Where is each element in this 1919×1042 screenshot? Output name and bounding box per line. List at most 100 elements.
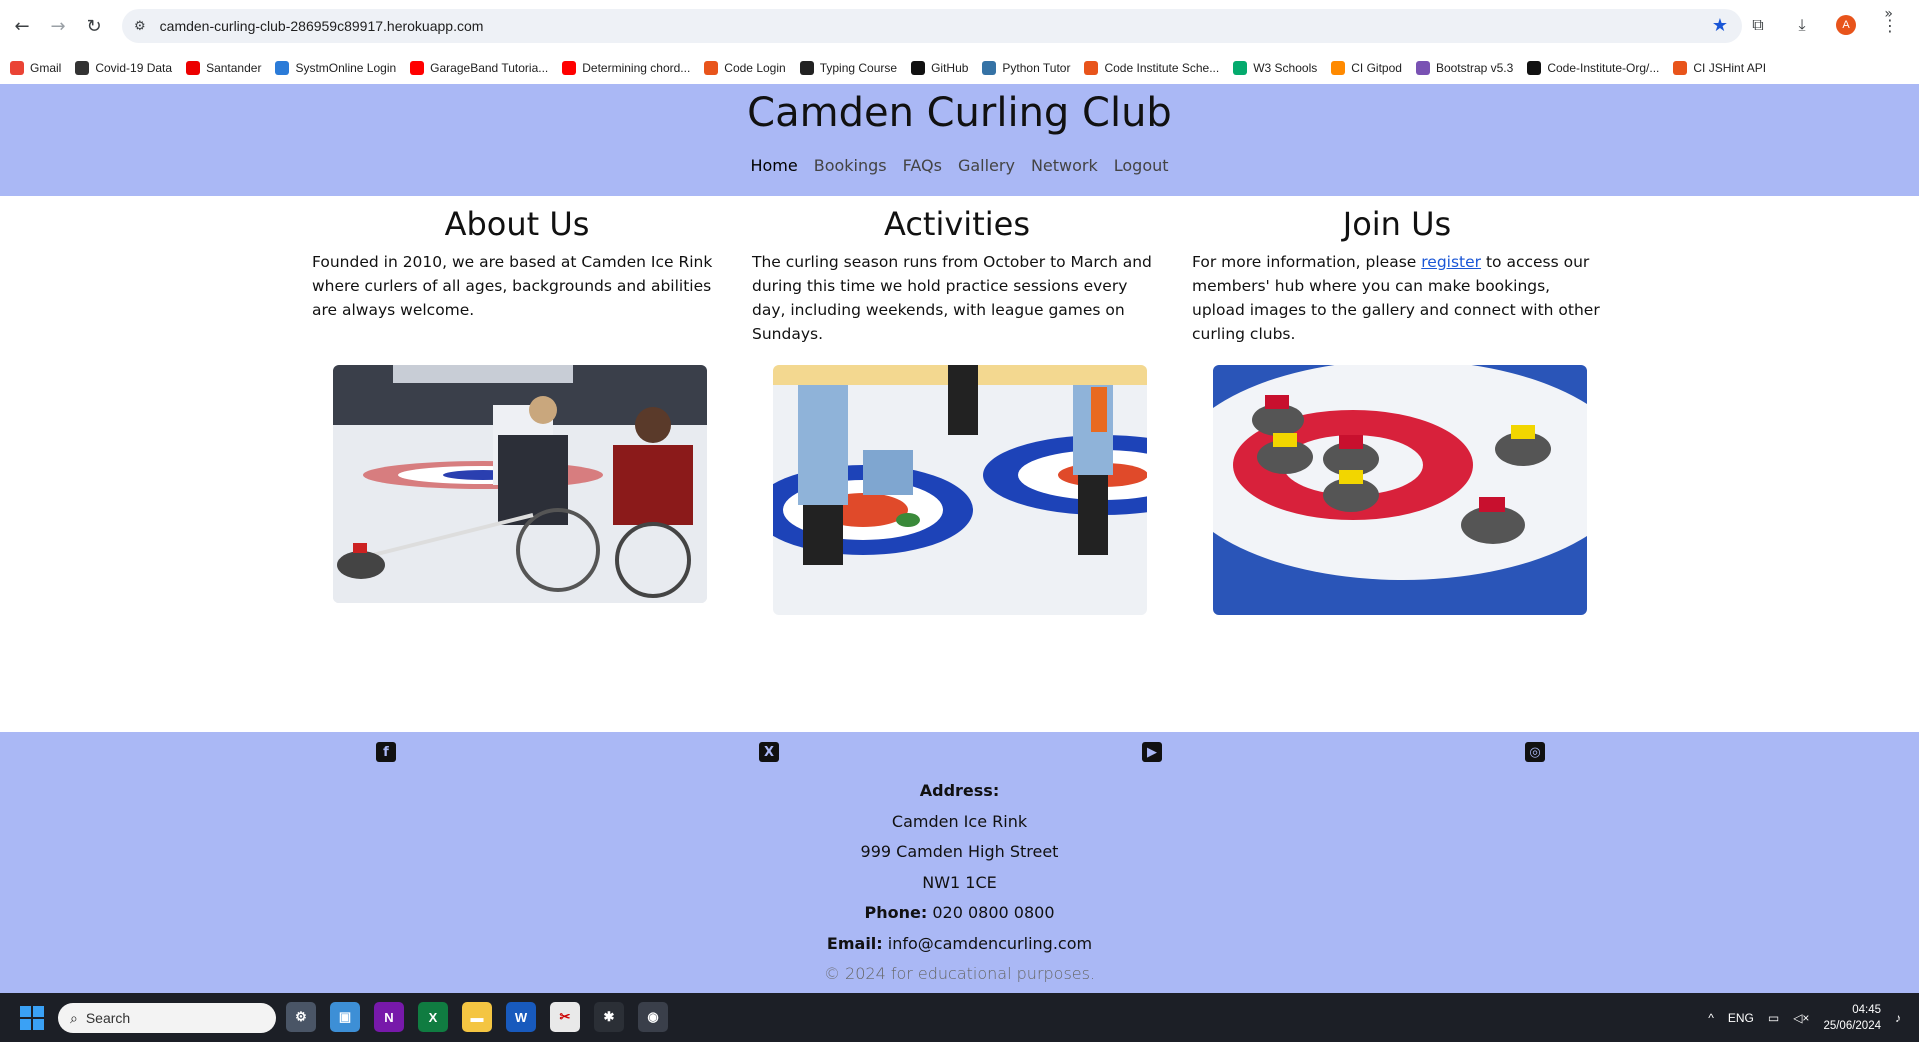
nav-home[interactable]: Home: [750, 156, 797, 175]
bookmark-label: Typing Course: [819, 61, 898, 75]
profile-avatar[interactable]: A: [1829, 8, 1863, 42]
site-header: Camden Curling Club Home Bookings FAQs G…: [0, 84, 1919, 196]
join-text: For more information, please register to…: [1192, 250, 1602, 346]
nav-gallery[interactable]: Gallery: [958, 156, 1015, 175]
back-arrow-icon[interactable]: ←: [4, 8, 40, 44]
volume-muted-icon[interactable]: ◁×: [1793, 1011, 1809, 1025]
windows-start-icon[interactable]: [20, 1006, 44, 1030]
chrome-app-icon[interactable]: ◉: [638, 1002, 668, 1032]
circle-icon: [1084, 61, 1099, 75]
circle-icon: [704, 61, 719, 75]
bookmark-label: Bootstrap v5.3: [1435, 61, 1514, 75]
bookmark-item[interactable]: Determining chord...: [562, 61, 690, 75]
bookmark-label: SystmOnline Login: [295, 61, 397, 75]
bookmark-item[interactable]: GitHub: [911, 61, 968, 75]
address-line-1: Camden Ice Rink: [891, 811, 1028, 831]
address-line-3: NW1 1CE: [922, 872, 997, 892]
p-icon: [799, 61, 814, 75]
taskbar-apps: ⚙ ▣ N X ▬ W ✂ ✱ ◉: [286, 1002, 668, 1032]
join-text-before: For more information, please: [1192, 253, 1422, 271]
bookmark-star-icon[interactable]: ★: [1712, 15, 1728, 36]
phone-line: Phone: 020 0800 0800: [864, 903, 1055, 922]
slack-app-icon[interactable]: ✱: [594, 1002, 624, 1032]
settings-app-icon[interactable]: ⚙: [286, 1002, 316, 1032]
join-section: Join Us For more information, please reg…: [1192, 200, 1602, 346]
data-icon: [75, 61, 90, 75]
bookmark-label: GitHub: [931, 61, 969, 75]
site-footer: f X ▶ ◎ Address: Camden Ice Rink 999 Cam…: [0, 732, 1919, 993]
github-icon: [911, 61, 926, 75]
social-links: f X ▶ ◎: [0, 742, 1919, 768]
tray-chevron-icon[interactable]: ^: [1708, 1011, 1714, 1025]
snipping-tool-app-icon[interactable]: ✂: [550, 1002, 580, 1032]
forward-arrow-icon[interactable]: →: [40, 8, 76, 44]
onenote-app-icon[interactable]: N: [374, 1002, 404, 1032]
bookmarks-overflow-icon[interactable]: »: [1884, 6, 1893, 22]
sweeping-curlers-photo: [773, 365, 1147, 615]
main-nav: Home Bookings FAQs Gallery Network Logou…: [0, 156, 1919, 175]
address-bar[interactable]: ⚙ camden-curling-club-286959c89917.herok…: [122, 9, 1742, 43]
bookmark-item[interactable]: W3 Schools: [1233, 61, 1317, 75]
youtube-icon: [562, 61, 577, 75]
about-section: About Us Founded in 2010, we are based a…: [312, 200, 722, 322]
word-app-icon[interactable]: W: [506, 1002, 536, 1032]
join-heading: Join Us: [1342, 205, 1452, 243]
bookmark-label: GarageBand Tutoria...: [430, 61, 549, 75]
circle-icon: [1673, 61, 1688, 75]
address-line-2: 999 Camden High Street: [860, 842, 1059, 861]
bookmarks-bar: Gmail Covid-19 Data Santander SystmOnline L…: [0, 52, 1919, 84]
clock[interactable]: 04:45 25/06/2024: [1823, 1002, 1881, 1034]
copyright: © 2024 for educational purposes.: [823, 964, 1096, 983]
nav-faqs[interactable]: FAQs: [903, 156, 942, 175]
address-row: ← → ↻ ⚙ camden-curling-club-286959c89917…: [0, 0, 1919, 52]
taskbar-search[interactable]: ⌕ Search: [58, 1003, 276, 1033]
x-twitter-icon[interactable]: X: [759, 742, 779, 762]
excel-app-icon[interactable]: X: [418, 1002, 448, 1032]
taskbar: ⌕ Search ⚙ ▣ N X ▬ W ✂ ✱ ◉ ^ ENG ▭ ◁× 04:…: [0, 993, 1919, 1042]
remote-desktop-app-icon[interactable]: ▣: [330, 1002, 360, 1032]
activities-section: Activities The curling season runs from …: [752, 200, 1162, 346]
address-label: Address:: [919, 781, 1000, 800]
network-icon[interactable]: ▭: [1768, 1011, 1779, 1025]
facebook-icon[interactable]: f: [376, 742, 396, 762]
bookmark-item[interactable]: Code Login: [704, 61, 786, 75]
gitpod-icon: [1331, 61, 1346, 75]
bookmark-item[interactable]: Covid-19 Data: [75, 61, 172, 75]
bookmark-label: Code Institute Sche...: [1104, 61, 1220, 75]
bookmark-label: CI Gitpod: [1351, 61, 1402, 75]
reload-icon[interactable]: ↻: [76, 8, 112, 44]
bookmark-item[interactable]: Gmail: [10, 61, 61, 75]
language-indicator[interactable]: ENG: [1728, 1011, 1754, 1025]
site-info-icon[interactable]: ⚙: [134, 19, 146, 34]
bookmark-item[interactable]: Santander: [186, 61, 261, 75]
youtube-icon[interactable]: ▶: [1142, 742, 1162, 762]
bookmark-item[interactable]: Code Institute Sche...: [1084, 61, 1219, 75]
bookmark-item[interactable]: Typing Course: [799, 61, 898, 75]
bookmark-item[interactable]: GarageBand Tutoria...: [410, 61, 548, 75]
bookmark-item[interactable]: Bootstrap v5.3: [1415, 61, 1514, 75]
extensions-icon[interactable]: ⧉: [1741, 8, 1775, 42]
bookmark-label: W3 Schools: [1253, 61, 1318, 75]
contact-info: Address: Camden Ice Rink 999 Camden High…: [0, 776, 1919, 990]
activities-heading: Activities: [884, 205, 1030, 243]
instagram-icon[interactable]: ◎: [1525, 742, 1545, 762]
bookmark-item[interactable]: CI JSHint API: [1673, 61, 1766, 75]
url-text[interactable]: camden-curling-club-286959c89917.herokua…: [160, 18, 484, 34]
nav-logout[interactable]: Logout: [1114, 156, 1169, 175]
bookmark-label: Code-Institute-Org/...: [1547, 61, 1660, 75]
github-icon: [1527, 61, 1542, 75]
nav-network[interactable]: Network: [1031, 156, 1098, 175]
nav-bookings[interactable]: Bookings: [814, 156, 887, 175]
bookmark-item[interactable]: Python Tutor: [982, 61, 1070, 75]
download-icon[interactable]: ⤓: [1785, 8, 1819, 42]
about-text: Founded in 2010, we are based at Camden …: [312, 253, 713, 319]
register-link[interactable]: register: [1421, 253, 1481, 271]
notification-bell-icon[interactable]: ♪: [1895, 1011, 1901, 1025]
file-explorer-app-icon[interactable]: ▬: [462, 1002, 492, 1032]
bookmark-label: CI JSHint API: [1693, 61, 1767, 75]
bookmark-item[interactable]: SystmOnline Login: [275, 61, 396, 75]
systm-icon: [275, 61, 290, 75]
bookmark-item[interactable]: Code-Institute-Org/...: [1527, 61, 1659, 75]
bootstrap-icon: [1415, 61, 1430, 75]
bookmark-item[interactable]: CI Gitpod: [1331, 61, 1402, 75]
